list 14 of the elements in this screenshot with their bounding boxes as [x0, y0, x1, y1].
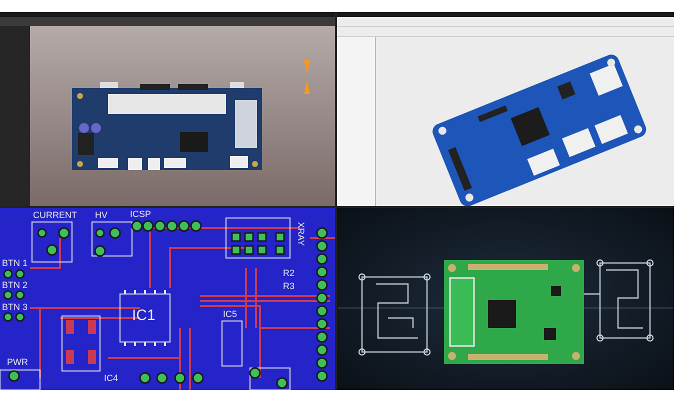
silkscreen-label: BTN 3 — [2, 302, 28, 312]
silkscreen-label: BTN 1 — [2, 258, 28, 268]
cone-marker-icon — [304, 60, 310, 94]
silkscreen-label: HV — [95, 210, 108, 220]
silkscreen-label: XRAY — [296, 222, 306, 246]
silkscreen-label: IC4 — [104, 373, 118, 383]
silkscreen-label: IC5 — [223, 309, 238, 319]
silkscreen-label: CURRENT — [33, 210, 77, 220]
silkscreen-label: BTN 2 — [2, 280, 28, 290]
silkscreen-label: R2 — [283, 268, 295, 278]
silkscreen-label: ICSP — [130, 209, 152, 219]
silkscreen-label: R3 — [283, 281, 295, 291]
silkscreen-label: PWR — [7, 357, 28, 367]
silkscreen-label: IC1 — [132, 308, 156, 324]
